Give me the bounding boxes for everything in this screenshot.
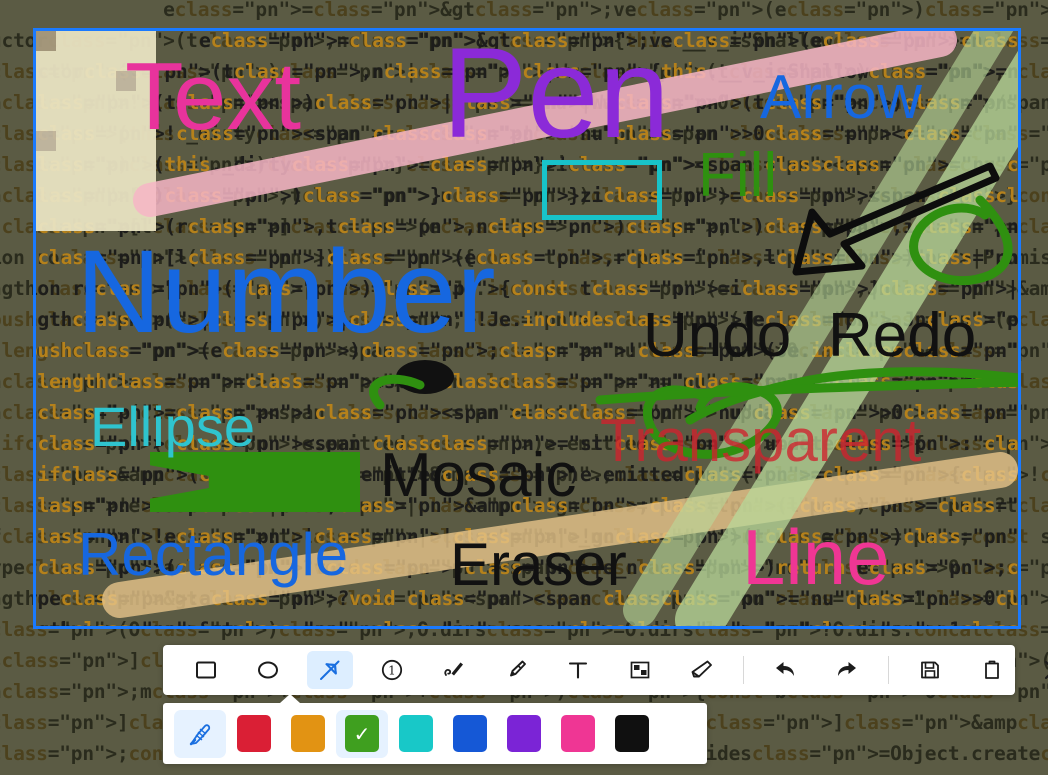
swatch-teal bbox=[399, 715, 433, 752]
label-mosaic: Mosaic bbox=[380, 441, 577, 510]
check-icon: ✓ bbox=[353, 721, 371, 746]
swatch-green: ✓ bbox=[345, 715, 379, 752]
text-icon bbox=[568, 662, 588, 679]
tool-mosaic[interactable] bbox=[617, 651, 663, 689]
eraser-icon bbox=[691, 660, 712, 678]
tool-eraser[interactable] bbox=[679, 651, 725, 689]
redo-icon bbox=[838, 662, 856, 676]
label-redo: Redo bbox=[828, 301, 977, 370]
palette-color-teal[interactable] bbox=[390, 710, 442, 758]
palette-color-pink[interactable] bbox=[552, 710, 604, 758]
tool-number[interactable]: 1 bbox=[369, 651, 415, 689]
palette-color-green[interactable]: ✓ bbox=[336, 709, 388, 758]
action-save[interactable] bbox=[907, 651, 953, 689]
action-close[interactable] bbox=[1031, 651, 1048, 689]
undo-icon bbox=[776, 662, 794, 676]
toolbar-divider-2 bbox=[888, 656, 889, 684]
swatch-purple bbox=[507, 715, 541, 752]
mosaic-icon bbox=[630, 661, 650, 679]
annotation-toolbar[interactable]: 1 bbox=[163, 645, 1048, 695]
palette-color-purple[interactable] bbox=[498, 710, 550, 758]
swatch-blue bbox=[453, 715, 487, 752]
tool-ellipse[interactable] bbox=[245, 651, 291, 689]
pen-icon bbox=[444, 662, 463, 676]
label-undo: Undo bbox=[643, 301, 792, 370]
label-line: Line bbox=[742, 513, 890, 601]
swatch-orange bbox=[291, 715, 325, 752]
palette-color-blue[interactable] bbox=[444, 710, 496, 758]
swatch-pink bbox=[561, 715, 595, 752]
color-palette[interactable]: ✓ bbox=[163, 694, 707, 764]
rectangle-icon bbox=[196, 661, 216, 679]
tool-rectangle[interactable] bbox=[183, 651, 229, 689]
action-copy[interactable] bbox=[969, 651, 1015, 689]
label-text: Text bbox=[125, 43, 302, 150]
tool-highlighter[interactable] bbox=[493, 651, 539, 689]
label-ellipse: Ellipse bbox=[90, 395, 255, 458]
label-number: Number bbox=[76, 226, 496, 358]
arrow-icon bbox=[320, 660, 340, 680]
brush-icon bbox=[189, 723, 211, 745]
tool-arrow[interactable] bbox=[307, 651, 353, 689]
label-fill: Fill bbox=[698, 141, 778, 210]
close-icon bbox=[1044, 660, 1048, 680]
label-eraser: Eraser bbox=[450, 531, 627, 598]
ellipse-icon bbox=[258, 661, 278, 679]
label-transparent: Transparent bbox=[600, 407, 922, 474]
save-icon bbox=[921, 661, 939, 679]
selection-region[interactable]: eclass="pn">=class="pn">&gtclass="pn">;v… bbox=[33, 28, 1021, 629]
palette-color-black[interactable] bbox=[606, 710, 658, 758]
tool-pen[interactable] bbox=[431, 651, 477, 689]
svg-text:1: 1 bbox=[388, 664, 396, 678]
label-rectangle: Rectangle bbox=[78, 521, 349, 588]
label-pen: Pen bbox=[442, 28, 670, 165]
palette-color-orange[interactable] bbox=[282, 710, 334, 758]
palette-color-red[interactable] bbox=[228, 710, 280, 758]
toolbar-divider-1 bbox=[743, 656, 744, 684]
swatch-red bbox=[237, 715, 271, 752]
label-arrow: Arrow bbox=[760, 63, 922, 132]
clipboard-icon bbox=[985, 660, 999, 679]
palette-brush[interactable] bbox=[174, 709, 226, 758]
tool-text[interactable] bbox=[555, 651, 601, 689]
highlighter-icon bbox=[510, 660, 526, 677]
number-icon: 1 bbox=[381, 659, 403, 681]
action-undo[interactable] bbox=[762, 651, 808, 689]
swatch-black bbox=[615, 715, 649, 752]
action-redo[interactable] bbox=[824, 651, 870, 689]
